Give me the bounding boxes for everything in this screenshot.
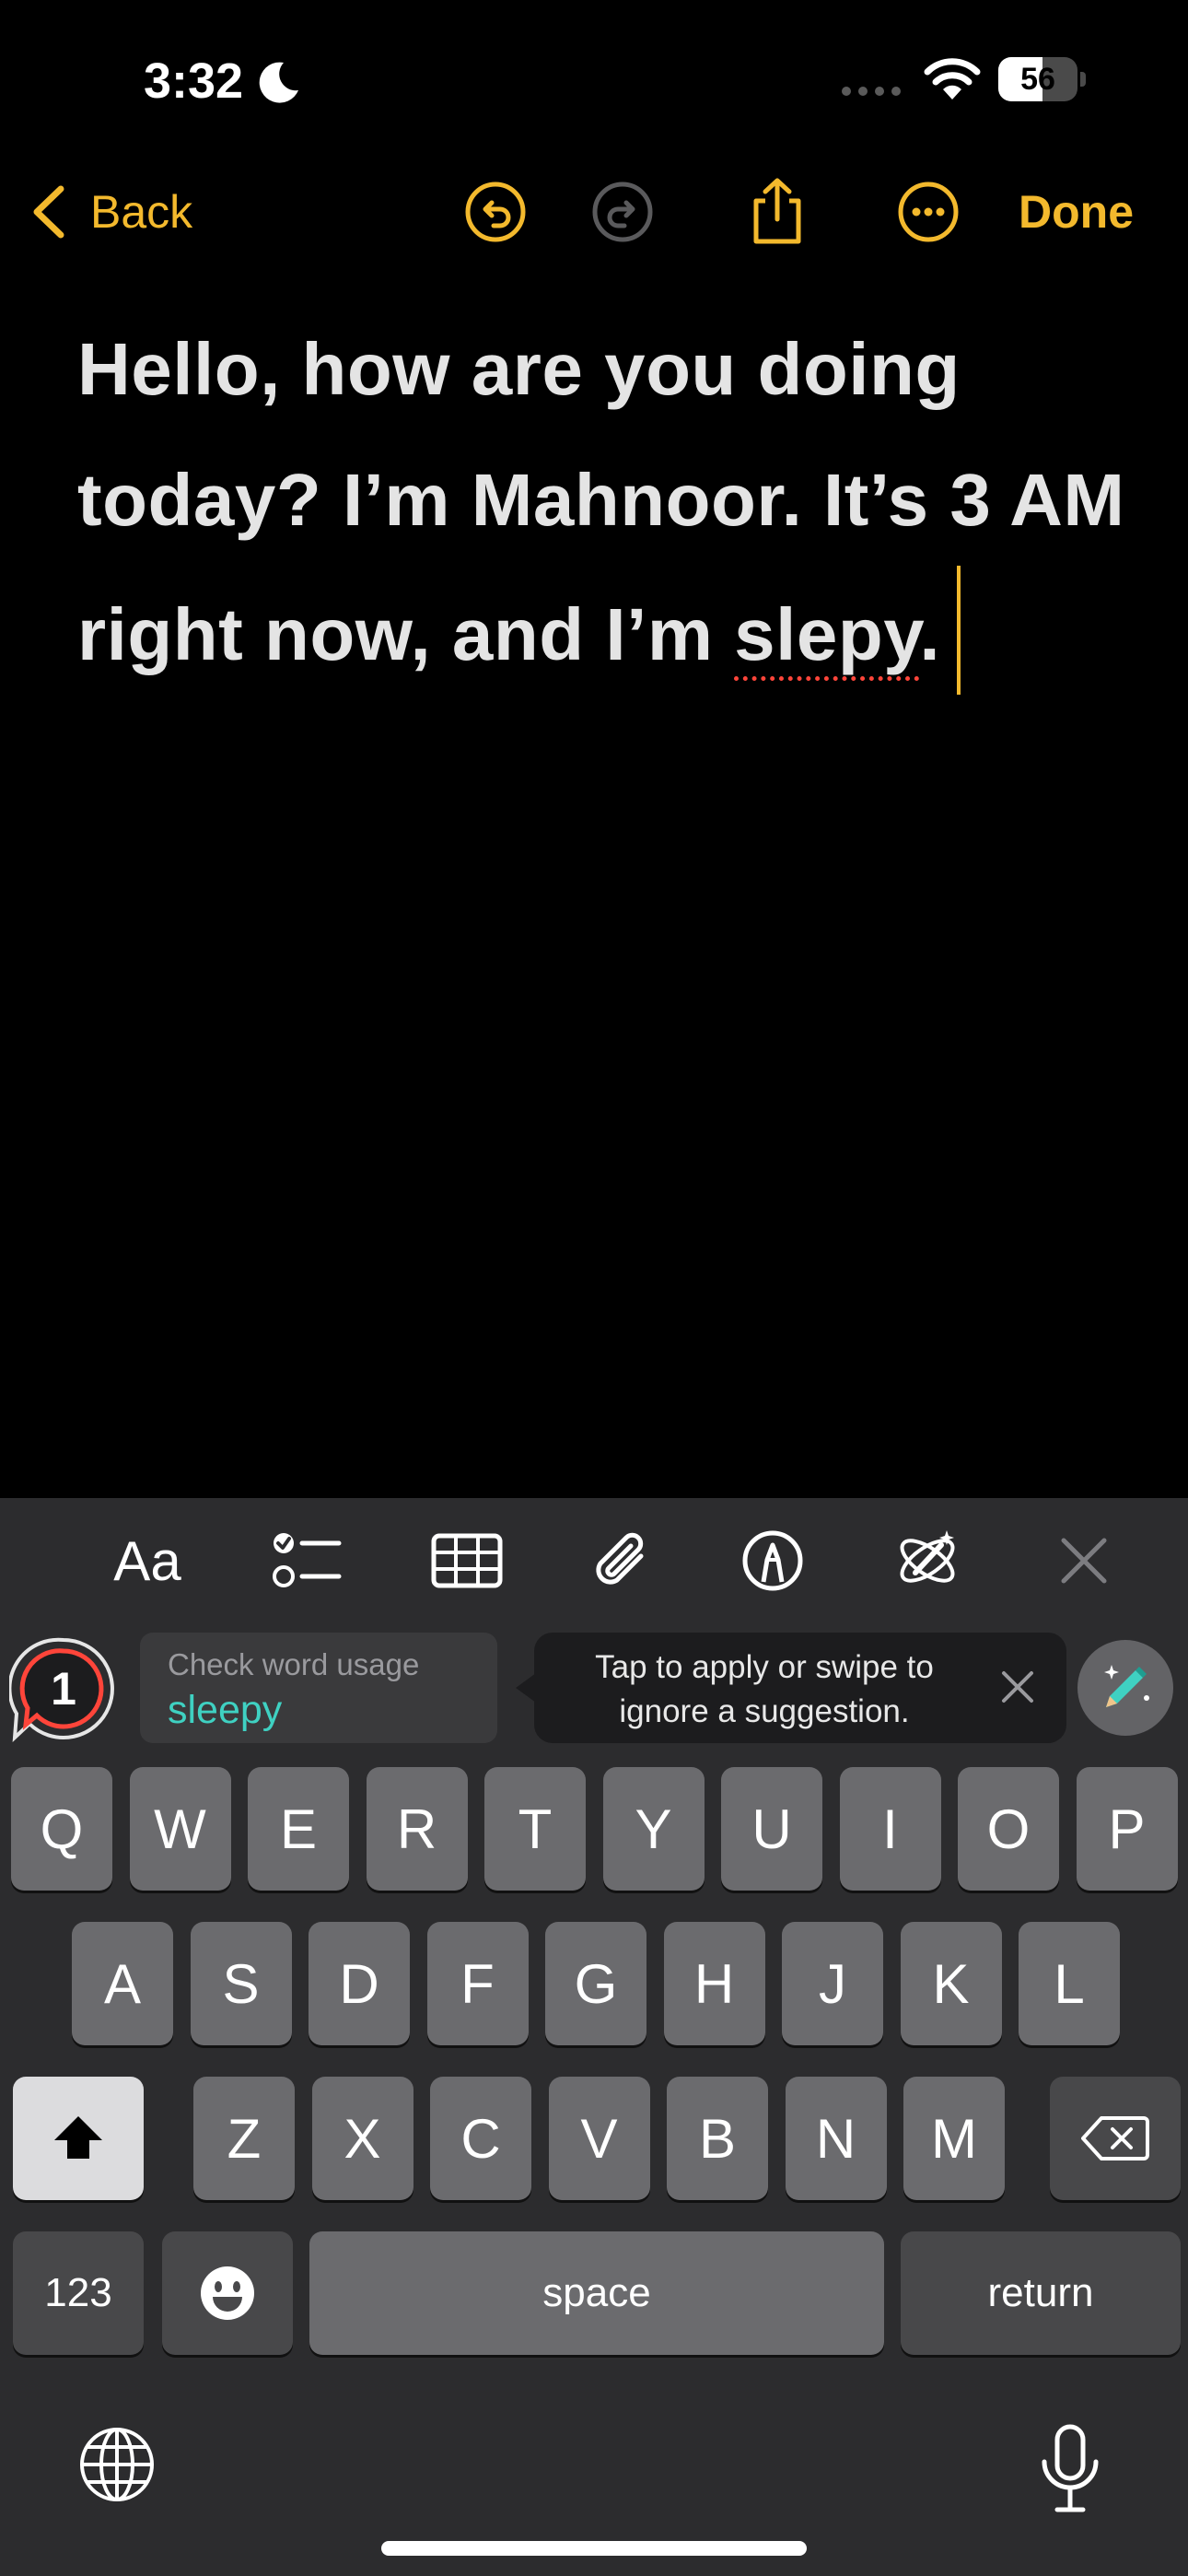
back-label: Back xyxy=(90,186,193,238)
status-time: 3:32 xyxy=(144,53,244,109)
key-o[interactable]: O xyxy=(958,1767,1059,1891)
close-toolbar-button[interactable] xyxy=(1044,1526,1124,1596)
key-q[interactable]: Q xyxy=(11,1767,112,1891)
redo-button[interactable] xyxy=(586,175,659,249)
attachment-button[interactable] xyxy=(582,1526,661,1596)
battery-percent: 56 xyxy=(1020,62,1055,97)
misspelled-word[interactable]: slepy xyxy=(734,593,919,675)
tip-text: Tap to apply or swipe to ignore a sugges… xyxy=(595,1649,934,1729)
key-x[interactable]: X xyxy=(311,2077,413,2200)
format-text-button[interactable]: Aa xyxy=(111,1526,184,1596)
key-g[interactable]: G xyxy=(545,1922,646,2045)
format-toolbar: Aa xyxy=(0,1498,1188,1623)
key-t[interactable]: T xyxy=(484,1767,586,1891)
key-r[interactable]: R xyxy=(366,1767,468,1891)
tip-popover: Tap to apply or swipe to ignore a sugges… xyxy=(534,1633,1066,1743)
key-h[interactable]: H xyxy=(663,1922,765,2045)
suggested-word: sleepy xyxy=(168,1688,283,1732)
globe-icon[interactable] xyxy=(77,2425,157,2504)
tip-close-icon[interactable] xyxy=(996,1666,1039,1708)
wifi-icon xyxy=(924,58,981,100)
key-v[interactable]: V xyxy=(548,2077,650,2200)
emoji-key[interactable] xyxy=(162,2231,293,2355)
key-w[interactable]: W xyxy=(129,1767,231,1891)
key-n[interactable]: N xyxy=(785,2077,887,2200)
key-m[interactable]: M xyxy=(903,2077,1005,2200)
battery-indicator: 56 xyxy=(998,57,1087,101)
tip-arrow xyxy=(516,1673,536,1703)
more-icon xyxy=(898,181,959,242)
key-a[interactable]: A xyxy=(72,1922,173,2045)
writing-tools-icon xyxy=(900,1530,955,1583)
undo-icon xyxy=(465,181,526,242)
key-l[interactable]: L xyxy=(1019,1922,1120,2045)
key-z[interactable]: Z xyxy=(193,2077,295,2200)
more-button[interactable] xyxy=(891,175,965,249)
share-button[interactable] xyxy=(740,175,814,249)
pencil-sparkle-icon xyxy=(1104,1665,1149,1707)
chevron-left-icon xyxy=(33,185,64,239)
done-button[interactable]: Done xyxy=(1019,175,1134,249)
key-i[interactable]: I xyxy=(839,1767,941,1891)
key-c[interactable]: C xyxy=(430,2077,531,2200)
key-k[interactable]: K xyxy=(900,1922,1002,2045)
suggestion-count-badge[interactable]: 1 xyxy=(7,1634,118,1743)
suggestion-label: Check word usage xyxy=(168,1647,420,1681)
checklist-button[interactable] xyxy=(267,1526,346,1596)
suggestion-card[interactable]: Check word usage sleepy xyxy=(140,1633,497,1743)
share-icon xyxy=(753,178,801,244)
numbers-key[interactable]: 123 xyxy=(13,2231,144,2355)
home-indicator xyxy=(381,2541,807,2556)
undo-button[interactable] xyxy=(459,175,532,249)
text-cursor xyxy=(957,566,961,695)
moon-icon xyxy=(259,62,298,103)
attachment-icon xyxy=(596,1532,644,1585)
note-body[interactable]: Hello, how are you doing today? I’m Mahn… xyxy=(77,304,1127,700)
key-p[interactable]: P xyxy=(1076,1767,1178,1891)
cellular-signal-icon xyxy=(842,87,901,96)
space-key[interactable]: space xyxy=(309,2231,884,2355)
key-s[interactable]: S xyxy=(190,1922,292,2045)
key-j[interactable]: J xyxy=(782,1922,883,2045)
shift-icon xyxy=(54,2116,102,2159)
key-b[interactable]: B xyxy=(667,2077,768,2200)
writing-assist-button[interactable] xyxy=(1077,1640,1173,1736)
microphone-icon[interactable] xyxy=(1030,2423,1111,2515)
markup-pen-icon xyxy=(742,1530,803,1591)
writing-tools-button[interactable] xyxy=(888,1526,967,1596)
back-button[interactable]: Back xyxy=(28,175,192,249)
delete-key[interactable] xyxy=(1050,2077,1181,2200)
key-y[interactable]: Y xyxy=(602,1767,705,1891)
table-button[interactable] xyxy=(427,1526,507,1596)
note-text: Hello, how are you doing today? I’m Mahn… xyxy=(77,328,1125,675)
suggestion-count: 1 xyxy=(51,1663,76,1715)
backspace-icon xyxy=(1081,2116,1149,2160)
redo-icon xyxy=(592,181,653,242)
key-d[interactable]: D xyxy=(309,1922,410,2045)
key-u[interactable]: U xyxy=(721,1767,822,1891)
table-icon xyxy=(431,1533,503,1588)
return-key[interactable]: return xyxy=(901,2231,1181,2355)
key-e[interactable]: E xyxy=(248,1767,349,1891)
emoji-icon xyxy=(201,2266,254,2320)
markup-button[interactable] xyxy=(733,1526,812,1596)
key-f[interactable]: F xyxy=(426,1922,529,2045)
checklist-icon xyxy=(273,1533,342,1587)
close-icon xyxy=(1061,1538,1107,1584)
shift-key[interactable] xyxy=(13,2077,144,2200)
note-text-end: . xyxy=(919,593,941,675)
